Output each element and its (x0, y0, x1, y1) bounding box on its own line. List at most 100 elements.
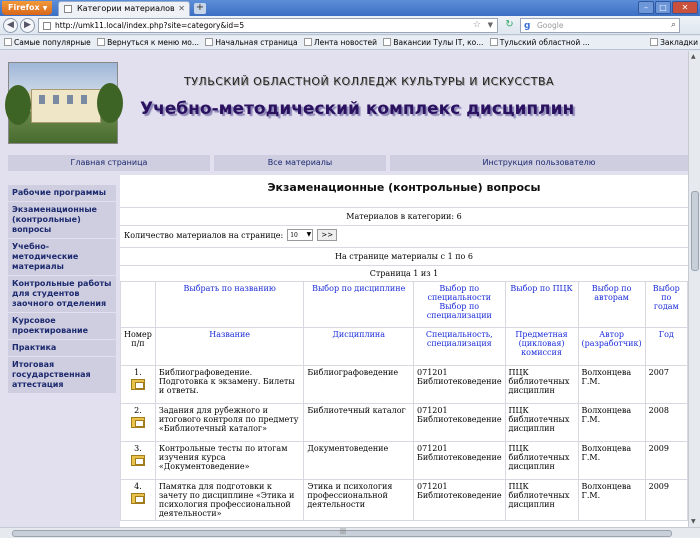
history-dropdown-icon[interactable]: ▼ (488, 19, 493, 32)
col-discipline[interactable]: Дисциплина (303, 327, 415, 366)
site-identity-icon (43, 22, 51, 30)
row-number: 1. (134, 368, 142, 377)
col-specialty[interactable]: Специальность, специализация (413, 327, 506, 366)
firefox-menu-button[interactable]: Firefox ▼ (2, 1, 52, 15)
site-header: ТУЛЬСКИЙ ОБЛАСТНОЙ КОЛЛЕДЖ КУЛЬТУРЫ И ИС… (5, 59, 688, 151)
row-specialty: 071201 Библиотековедение (413, 403, 506, 442)
scroll-up-icon[interactable]: ▲ (691, 53, 696, 60)
bookmark-label: Лента новостей (314, 38, 377, 47)
bookmarks-toolbar: Самые популярные Вернуться к меню мо... … (0, 36, 700, 50)
sidebar: Рабочие программы Экзаменационные (контр… (8, 185, 116, 394)
bookmark-item[interactable]: Вернуться к меню мо... (97, 36, 199, 49)
row-commission: ПЦК библиотечных дисциплин (504, 441, 579, 480)
page-viewport: ТУЛЬСКИЙ ОБЛАСТНОЙ КОЛЛЕДЖ КУЛЬТУРЫ И ИС… (0, 51, 688, 527)
col-title[interactable]: Название (154, 327, 305, 366)
horizontal-scrollbar[interactable]: ||| (0, 527, 700, 538)
bookmark-label: Вернуться к меню мо... (107, 38, 200, 47)
row-title[interactable]: Задания для рубежного и итогового контро… (154, 403, 305, 442)
back-arrow-icon[interactable]: ◀ (3, 18, 18, 33)
bookmark-item[interactable]: Вакансии Тулы IT, ко... (383, 36, 483, 49)
top-navigation: Главная страница Все материалы Инструкци… (8, 155, 688, 171)
maximize-icon[interactable]: □ (655, 1, 671, 14)
row-number-cell: 3. (120, 441, 156, 480)
url-bar[interactable]: http://umk11.local/index.php?site=catego… (38, 18, 498, 33)
bookmarks-menu-button[interactable]: Закладки (646, 36, 698, 49)
sidebar-item-practice[interactable]: Практика (8, 340, 116, 356)
sidebar-item-work-programs[interactable]: Рабочие программы (8, 185, 116, 201)
row-specialty: 071201 Библиотековедение (413, 365, 506, 404)
search-icon[interactable]: ⌕ (671, 19, 676, 32)
document-folder-icon[interactable] (130, 417, 145, 428)
close-window-icon[interactable]: ✕ (672, 1, 698, 14)
filter-empty-cell (120, 281, 156, 328)
col-author[interactable]: Автор (разработчик) (577, 327, 646, 366)
building-window (81, 95, 87, 104)
row-year: 2007 (644, 365, 688, 404)
new-tab-button[interactable]: + (194, 3, 206, 14)
close-tab-icon[interactable]: ✕ (178, 2, 185, 15)
row-number: 3. (134, 444, 142, 453)
nav-all-materials[interactable]: Все материалы (214, 155, 386, 171)
col-commission[interactable]: Предметная (цикловая) комиссия (504, 327, 579, 366)
scroll-down-icon[interactable]: ▼ (691, 518, 696, 525)
row-year: 2009 (644, 479, 688, 521)
document-folder-icon[interactable] (130, 455, 145, 466)
tab-title: Категории материалов (77, 4, 175, 13)
filter-by-discipline-link[interactable]: Выбор по дисциплине (303, 281, 415, 328)
row-number: 4. (134, 482, 142, 491)
sidebar-item-exam-questions[interactable]: Экзаменационные (контрольные) вопросы (8, 202, 116, 238)
sidebar-item-correspondence-tests[interactable]: Контрольные работы для студентов заочног… (8, 276, 116, 312)
bookmark-item[interactable]: Тульский областной ... (489, 36, 590, 49)
main-content: Экзаменационные (контрольные) вопросы Ма… (120, 175, 688, 527)
filter-by-year-link[interactable]: Выбор по годам (644, 281, 688, 328)
minimize-icon[interactable]: – (638, 1, 654, 14)
row-commission: ПЦК библиотечных дисциплин (504, 403, 579, 442)
filter-by-author-link[interactable]: Выбор по авторам (577, 281, 646, 328)
forward-arrow-icon[interactable]: ▶ (20, 18, 35, 33)
bookmarks-menu-label: Закладки (660, 38, 698, 47)
row-title[interactable]: Библиографоведение. Подготовка к экзамен… (154, 365, 305, 404)
bookmark-item[interactable]: Самые популярные (4, 36, 91, 49)
browser-titlebar: Firefox ▼ Категории материалов ✕ + – □ ✕ (0, 0, 700, 16)
nav-home[interactable]: Главная страница (8, 155, 210, 171)
bookmark-label: Самые популярные (14, 38, 91, 47)
row-title[interactable]: Памятка для подготовки к зачету по дисци… (154, 479, 305, 521)
bookmark-item[interactable]: Лента новостей (304, 36, 377, 49)
chevron-down-icon: ▼ (42, 5, 48, 12)
browser-tab[interactable]: Категории материалов ✕ (58, 1, 190, 16)
sidebar-item-teaching-materials[interactable]: Учебно-методические материалы (8, 239, 116, 275)
page-favicon-icon (64, 5, 72, 13)
document-folder-icon[interactable] (130, 379, 145, 390)
filter-by-specialty-link[interactable]: Выбор по специальности Выбор по специали… (413, 281, 506, 328)
col-year[interactable]: Год (644, 327, 688, 366)
per-page-label: Количество материалов на странице: (124, 230, 284, 240)
column-header-row: Номер п/п Название Дисциплина Специально… (120, 327, 688, 366)
apply-per-page-button[interactable]: >> (317, 229, 338, 241)
sidebar-item-coursework[interactable]: Курсовое проектирование (8, 313, 116, 339)
row-commission: ПЦК библиотечных дисциплин (504, 365, 579, 404)
search-placeholder: Google (537, 21, 564, 30)
reload-icon[interactable]: ↻ (502, 18, 517, 33)
bookmark-star-icon[interactable]: ☆ (473, 19, 481, 32)
building-window (67, 95, 73, 104)
materials-table: Выбрать по названию Выбор по дисциплине … (120, 281, 688, 521)
bookmark-item[interactable]: Начальная страница (205, 36, 298, 49)
search-input[interactable]: g Google ⌕ (520, 18, 680, 33)
vertical-scrollbar[interactable]: ▲ ▼ (688, 51, 700, 527)
row-author: Волхонцева Г.М. (577, 441, 646, 480)
nav-user-guide[interactable]: Инструкция пользователю (390, 155, 688, 171)
document-folder-icon[interactable] (130, 493, 145, 504)
per-page-select[interactable]: 10 ▼ (287, 229, 314, 241)
filter-by-pck-link[interactable]: Выбор по ПЦК (504, 281, 579, 328)
bookmark-label: Вакансии Тулы IT, ко... (393, 38, 484, 47)
vertical-scroll-thumb[interactable] (691, 191, 699, 271)
filter-by-title-link[interactable]: Выбрать по названию (154, 281, 305, 328)
google-search-engine-icon[interactable]: g (524, 20, 530, 33)
row-title[interactable]: Контрольные тесты по итогам изучения кур… (154, 441, 305, 480)
sidebar-item-final-attestation[interactable]: Итоговая государственная аттестация (8, 357, 116, 393)
materials-count: Материалов в категории: 6 (120, 207, 688, 225)
firefox-menu-label: Firefox (8, 3, 40, 12)
range-text: На странице материалы с 1 по 6 (120, 247, 688, 265)
per-page-value: 10 (290, 232, 298, 239)
site-title: Учебно-методический комплекс дисциплин (140, 99, 575, 119)
